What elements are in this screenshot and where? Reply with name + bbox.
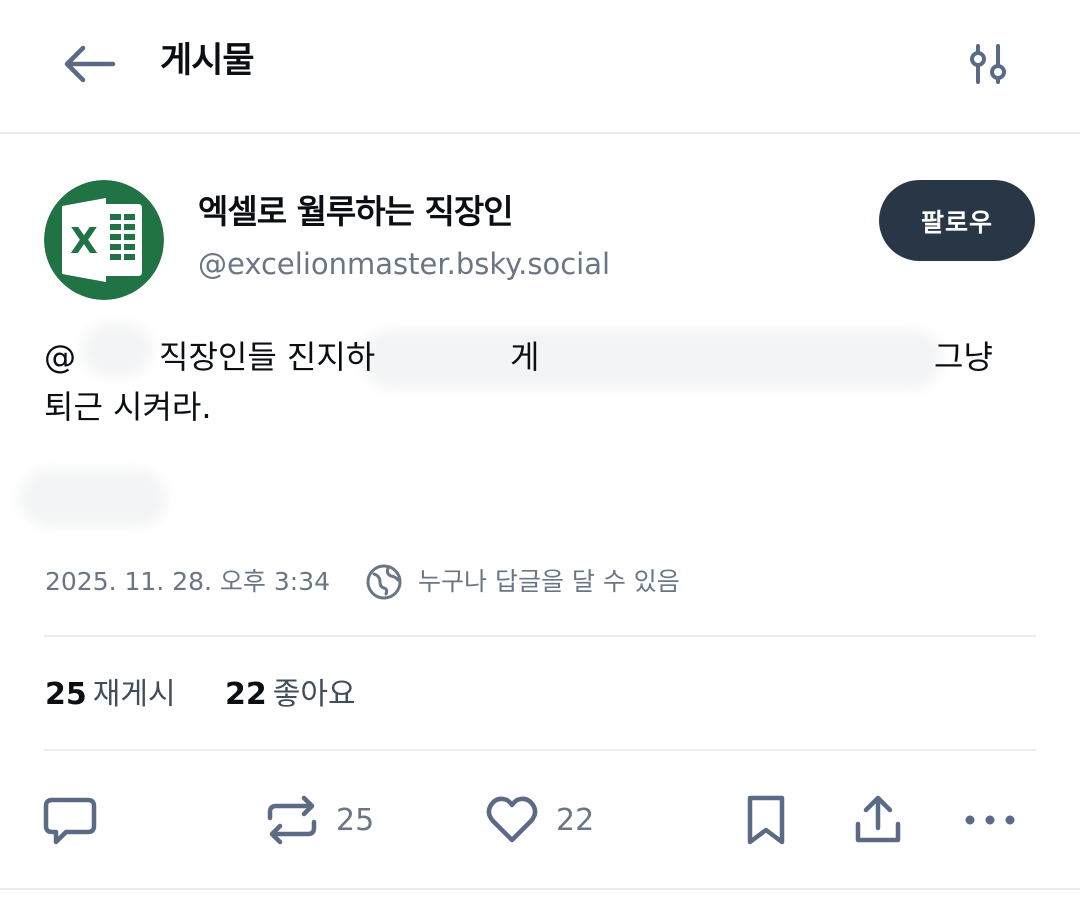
author-handle[interactable]: @excelionmaster.bsky.social [198,244,610,284]
repost-icon [267,795,317,845]
post-text-segment: 직장인들 진지하 [159,338,376,376]
likes-stat[interactable]: 22 좋아요 [225,674,356,716]
divider [0,888,1080,890]
redacted-area [362,330,942,388]
reply-icon [43,797,97,845]
redacted-area [82,324,152,376]
thread-settings-button[interactable] [960,36,1016,92]
post-text-mention[interactable]: @ [44,332,76,382]
like-count: 22 [556,802,595,838]
divider [44,749,1036,751]
bookmark-icon [747,795,785,845]
reposts-count: 25 [45,677,87,712]
page-title: 게시물 [160,41,255,81]
post-text-segment: 그냥 [934,338,993,376]
share-button[interactable] [850,790,906,850]
avatar-letter: X [70,221,98,262]
back-button[interactable] [56,36,120,92]
post-page: 게시물 X 엑셀로 월루하는 직장인 @excelionmaster.bsky.… [0,0,1080,920]
redacted-area [20,470,166,526]
globe-icon [366,564,402,600]
sliders-icon [970,44,1006,84]
post-timestamp: 2025. 11. 28. 오후 3:34 [45,567,331,596]
top-bar: 게시물 [0,0,1080,134]
likes-count: 22 [225,677,267,712]
more-icon [965,815,1015,825]
reposts-label: 재게시 [92,677,176,712]
reply-settings-label[interactable]: 누구나 답글을 달 수 있음 [418,564,680,600]
repost-count: 25 [336,802,375,838]
avatar[interactable]: X [44,180,164,300]
excel-logo-icon: X [44,180,164,300]
repost-button[interactable]: 25 [264,790,374,850]
reposts-stat[interactable]: 25 재게시 [45,674,176,716]
author-display-name[interactable]: 엑셀로 월루하는 직장인 [198,190,514,234]
follow-button[interactable]: 팔로우 [879,180,1035,261]
divider [44,635,1036,637]
arrow-left-icon [64,45,116,83]
post-text-line: 퇴근 시켜라. [44,388,212,426]
post-text-segment: 게 [510,338,540,376]
like-button[interactable]: 22 [484,790,594,850]
heart-icon [486,796,538,843]
more-options-button[interactable] [962,790,1018,850]
likes-label: 좋아요 [272,677,356,712]
share-icon [855,795,901,843]
reply-button[interactable] [42,790,98,850]
bookmark-button[interactable] [738,790,794,850]
